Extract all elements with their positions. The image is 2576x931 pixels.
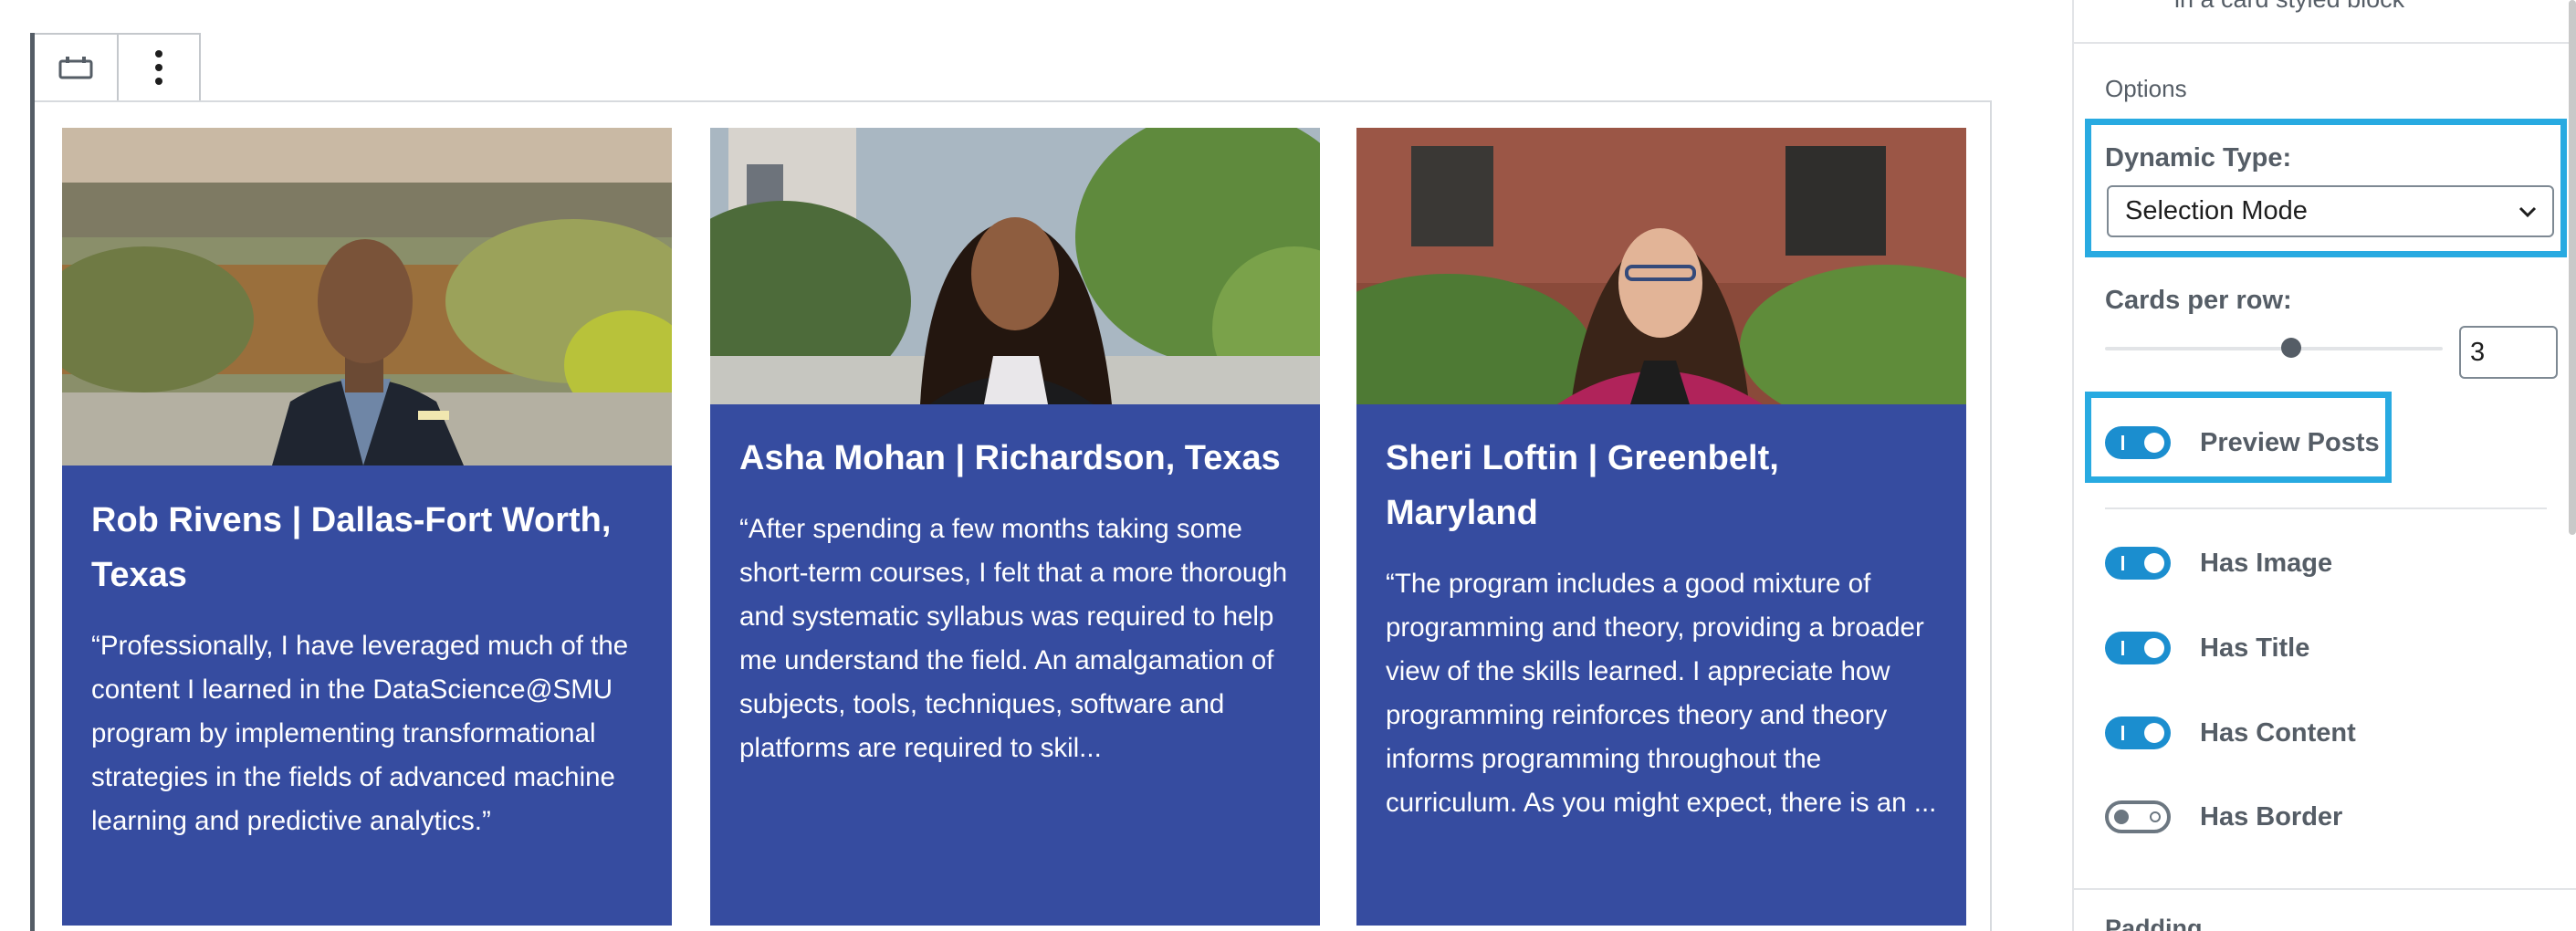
block-toolbar: [35, 33, 201, 102]
dynamic-type-label: Dynamic Type:: [2105, 143, 2292, 173]
cards-per-row-label: Cards per row:: [2105, 286, 2292, 315]
dynamic-type-value: Selection Mode: [2125, 196, 2308, 225]
sidebar-scrollbar[interactable]: [2569, 0, 2576, 535]
portrait-rob-rivens: [62, 128, 672, 466]
toggle-switch-icon: [2105, 800, 2171, 833]
testimonial-card[interactable]: Rob Rivens | Dallas-Fort Worth, Texas “P…: [62, 128, 672, 926]
block-type-button[interactable]: [35, 35, 117, 100]
card-title: Asha Mohan | Richardson, Texas: [739, 439, 1281, 477]
dynamic-type-select[interactable]: Selection Mode: [2107, 185, 2554, 237]
has-title-toggle[interactable]: Has Title: [2105, 630, 2309, 666]
testimonial-card[interactable]: Asha Mohan | Richardson, Texas “After sp…: [710, 128, 1320, 926]
toggle-switch-icon: [2105, 547, 2171, 580]
divider: [2074, 888, 2576, 890]
portrait-sheri-loftin: [1356, 128, 1966, 404]
card-title: Sheri Loftin | Greenbelt, Maryland: [1386, 439, 1779, 532]
more-options-button[interactable]: [117, 35, 199, 100]
card-body: Asha Mohan | Richardson, Texas “After sp…: [710, 431, 1320, 770]
toggle-switch-icon: [2105, 426, 2171, 459]
toggle-switch-icon: [2105, 717, 2171, 749]
testimonial-card[interactable]: Sheri Loftin | Greenbelt, Maryland “The …: [1356, 128, 1966, 926]
chevron-down-icon: [2518, 206, 2537, 218]
options-heading: Options: [2105, 75, 2187, 102]
editor-canvas: Rob Rivens | Dallas-Fort Worth, Texas “P…: [0, 0, 2072, 931]
toggle-label: Has Title: [2200, 633, 2310, 663]
toggle-label: Has Image: [2200, 548, 2333, 578]
block-settings-sidebar: in a card styled block Options Dynamic T…: [2072, 0, 2576, 931]
card-body: Rob Rivens | Dallas-Fort Worth, Texas “P…: [62, 493, 672, 843]
padding-heading: Padding: [2105, 915, 2203, 931]
divider: [2105, 507, 2547, 509]
card-text: “The program includes a good mixture of …: [1386, 569, 1937, 818]
has-border-toggle[interactable]: Has Border: [2105, 799, 2342, 835]
card-title: Rob Rivens | Dallas-Fort Worth, Texas: [91, 501, 612, 594]
cards-per-row-slider-handle[interactable]: [2280, 338, 2301, 358]
card-body: Sheri Loftin | Greenbelt, Maryland “The …: [1356, 431, 1966, 825]
has-image-toggle[interactable]: Has Image: [2105, 545, 2332, 581]
toggle-label: Preview Posts: [2200, 427, 2380, 457]
block-description: in a card styled block: [2174, 0, 2404, 14]
cards-per-row-slider-track[interactable]: [2105, 347, 2443, 350]
cards-per-row-input[interactable]: 3: [2459, 326, 2558, 379]
toggle-label: Has Border: [2200, 801, 2343, 832]
has-content-toggle[interactable]: Has Content: [2105, 715, 2356, 751]
preview-posts-toggle[interactable]: Preview Posts: [2105, 424, 2380, 461]
toggle-switch-icon: [2105, 632, 2171, 664]
portrait-asha-mohan: [710, 128, 1320, 404]
block-type-icon: [58, 57, 93, 79]
divider: [2074, 42, 2576, 44]
card-text: “Professionally, I have leveraged much o…: [91, 631, 629, 836]
toggle-label: Has Content: [2200, 717, 2356, 748]
card-text: “After spending a few months taking some…: [739, 514, 1288, 763]
more-options-icon: [155, 50, 162, 85]
